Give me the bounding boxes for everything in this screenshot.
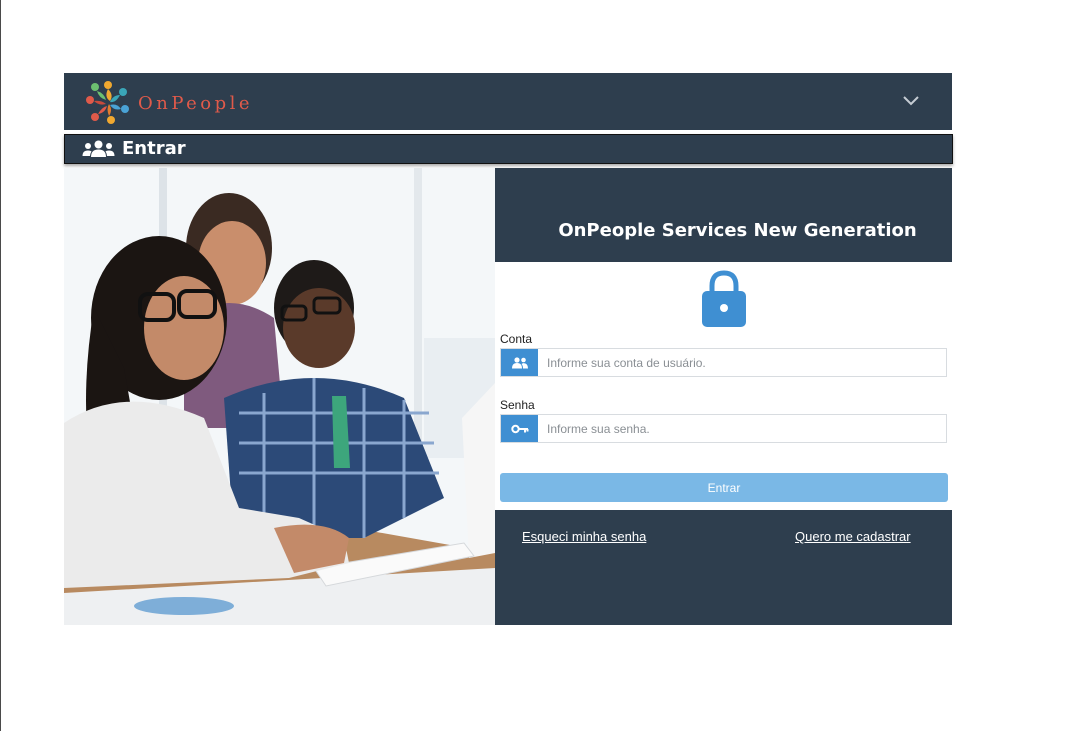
lock-icon xyxy=(702,270,746,327)
users-icon xyxy=(82,140,115,157)
password-label: Senha xyxy=(500,398,535,412)
password-input[interactable] xyxy=(538,415,946,442)
login-section-header: Entrar xyxy=(64,134,953,164)
account-input[interactable] xyxy=(538,349,946,376)
welcome-headline: OnPeople Services New Generation xyxy=(558,220,917,241)
account-field xyxy=(500,348,947,377)
hero-photo xyxy=(64,168,495,625)
top-navbar: OnPeople xyxy=(64,73,952,130)
section-title: Entrar xyxy=(122,138,186,159)
users-icon xyxy=(501,349,538,376)
welcome-banner: OnPeople Services New Generation xyxy=(495,168,952,262)
forgot-password-link[interactable]: Esqueci minha senha xyxy=(522,529,646,544)
chevron-down-icon[interactable] xyxy=(902,95,920,107)
account-label: Conta xyxy=(500,332,533,346)
login-footer: Esqueci minha senha Quero me cadastrar xyxy=(495,510,952,625)
page-left-border xyxy=(0,0,1,731)
password-field xyxy=(500,414,947,443)
onpeople-logo-icon xyxy=(86,81,129,124)
key-icon xyxy=(501,415,538,442)
register-link[interactable]: Quero me cadastrar xyxy=(795,529,911,544)
brand-name: OnPeople xyxy=(138,93,254,114)
login-form: Conta Senha Entrar xyxy=(495,262,952,510)
login-button[interactable]: Entrar xyxy=(500,473,948,502)
